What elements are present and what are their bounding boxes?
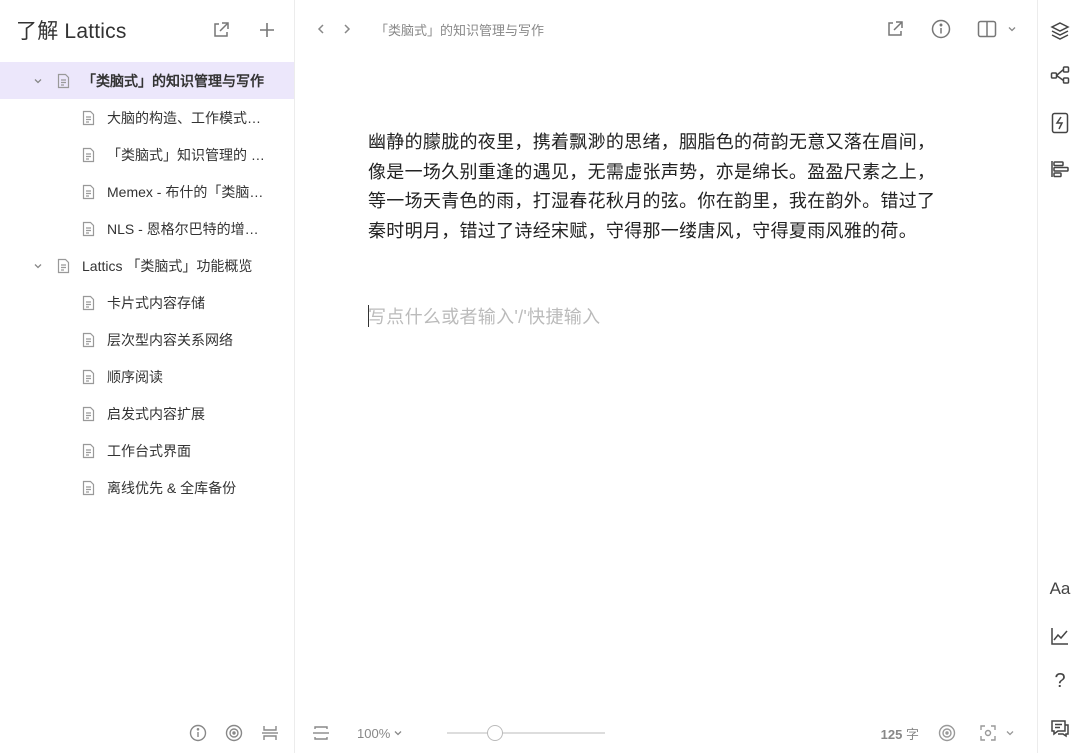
document-icon	[81, 332, 95, 348]
document-icon	[81, 221, 95, 237]
layers-icon[interactable]	[1049, 20, 1071, 42]
tree-folder-item[interactable]: Lattics 「类脑式」功能概览	[0, 247, 294, 284]
forward-icon[interactable]	[337, 19, 357, 39]
document-icon	[56, 258, 70, 274]
split-view-icon[interactable]	[975, 17, 1019, 41]
target-icon[interactable]	[224, 723, 244, 743]
chevron-down-icon	[394, 731, 402, 736]
tree-item[interactable]: 层次型内容关系网络	[0, 321, 294, 358]
tree-item[interactable]: Memex - 布什的「类脑…	[0, 173, 294, 210]
text-cursor	[368, 305, 369, 327]
chevron-down-icon[interactable]	[30, 258, 46, 274]
editor-input-placeholder[interactable]: 写点什么或者输入'/'快捷输入	[368, 303, 600, 329]
tree-item-label: 启发式内容扩展	[107, 405, 205, 422]
tree-item[interactable]: 「类脑式」知识管理的 …	[0, 136, 294, 173]
open-external-icon[interactable]	[208, 17, 234, 43]
help-icon[interactable]: ?	[1049, 670, 1071, 692]
document-icon	[81, 110, 95, 126]
editor-paragraph[interactable]: 幽静的朦胧的夜里，携着飘渺的思绪，胭脂色的荷韵无意又落在眉间，像是一场久别重逢的…	[368, 128, 940, 246]
tree-item-label: NLS - 恩格尔巴特的增…	[107, 220, 259, 237]
tree-item-label: Memex - 布什的「类脑…	[107, 183, 264, 200]
document-icon	[81, 147, 95, 163]
tree-item-label: 「类脑式」的知识管理与写作	[82, 72, 264, 89]
document-icon	[56, 73, 70, 89]
workspace-title[interactable]: 了解 Lattics	[16, 15, 188, 45]
tree-item-label: 离线优先 & 全库备份	[107, 479, 237, 496]
tree-item[interactable]: 大脑的构造、工作模式…	[0, 99, 294, 136]
feedback-icon[interactable]	[1049, 717, 1071, 739]
chevron-down-icon	[1008, 27, 1016, 32]
tree-folder-item[interactable]: 「类脑式」的知识管理与写作	[0, 62, 294, 99]
sidebar-header: 了解 Lattics	[0, 0, 294, 60]
tree-item-label: 「类脑式」知识管理的 …	[107, 146, 265, 163]
document-icon	[81, 406, 95, 422]
open-external-icon[interactable]	[883, 17, 907, 41]
tree-item-label: 工作台式界面	[107, 442, 191, 459]
sidebar-footer	[188, 723, 280, 743]
strikethrough-layout-icon[interactable]	[311, 723, 331, 743]
word-count-value: 125	[880, 726, 903, 742]
document-icon	[81, 369, 95, 385]
document-icon	[81, 480, 95, 496]
word-count: 125 字	[881, 724, 919, 743]
document-tree: 「类脑式」的知识管理与写作大脑的构造、工作模式… 「类脑式」知识管理的 … Meme…	[0, 62, 294, 506]
tree-item-label: Lattics 「类脑式」功能概览	[82, 257, 253, 274]
tree-item[interactable]: 卡片式内容存储	[0, 284, 294, 321]
editor-bottombar: 100% 125 字	[295, 713, 1037, 753]
editor-pane: 「类脑式」的知识管理与写作 幽静的朦胧的夜里，携着飘渺的思绪，胭脂色的荷韵无意又…	[295, 0, 1037, 753]
tree-item-label: 层次型内容关系网络	[107, 331, 233, 348]
outline-icon[interactable]	[1049, 158, 1071, 180]
right-toolbar: Aa ?	[1037, 0, 1080, 753]
tree-item[interactable]: 工作台式界面	[0, 432, 294, 469]
tree-item[interactable]: 顺序阅读	[0, 358, 294, 395]
tree-item-label: 顺序阅读	[107, 368, 163, 385]
word-count-unit: 字	[905, 726, 919, 742]
tree-item-label: 大脑的构造、工作模式…	[107, 109, 261, 126]
sidebar: 了解 Lattics 「类脑式」的知识管理与写作 大脑的构造、工作模式… 「类脑式」…	[0, 0, 295, 753]
tree-item[interactable]: 离线优先 & 全库备份	[0, 469, 294, 506]
info-icon[interactable]	[188, 723, 208, 743]
tree-item[interactable]: 启发式内容扩展	[0, 395, 294, 432]
zoom-slider-handle[interactable]	[486, 725, 503, 741]
add-icon[interactable]	[254, 17, 280, 43]
collapse-all-icon[interactable]	[260, 723, 280, 743]
zoom-value: 100%	[357, 725, 391, 741]
editor-topbar: 「类脑式」的知识管理与写作	[295, 0, 1037, 58]
tree-item-label: 卡片式内容存储	[107, 294, 205, 311]
zoom-slider[interactable]	[447, 725, 606, 741]
flash-card-icon[interactable]	[1049, 112, 1071, 134]
chevron-down-icon[interactable]	[30, 73, 46, 89]
document-icon	[81, 443, 95, 459]
info-icon[interactable]	[929, 17, 953, 41]
document-icon	[81, 184, 95, 200]
breadcrumb[interactable]: 「类脑式」的知识管理与写作	[375, 20, 544, 39]
tree-item[interactable]: NLS - 恩格尔巴特的增…	[0, 210, 294, 247]
focus-mode-icon[interactable]	[975, 723, 1019, 743]
relation-graph-icon[interactable]	[1049, 64, 1071, 86]
statistics-icon[interactable]	[1049, 625, 1071, 647]
target-icon[interactable]	[937, 723, 957, 743]
zoom-select[interactable]: 100%	[357, 726, 403, 741]
font-settings-icon[interactable]: Aa	[1049, 578, 1071, 600]
back-icon[interactable]	[311, 19, 331, 39]
chevron-down-icon	[1006, 731, 1014, 736]
document-icon	[81, 295, 95, 311]
